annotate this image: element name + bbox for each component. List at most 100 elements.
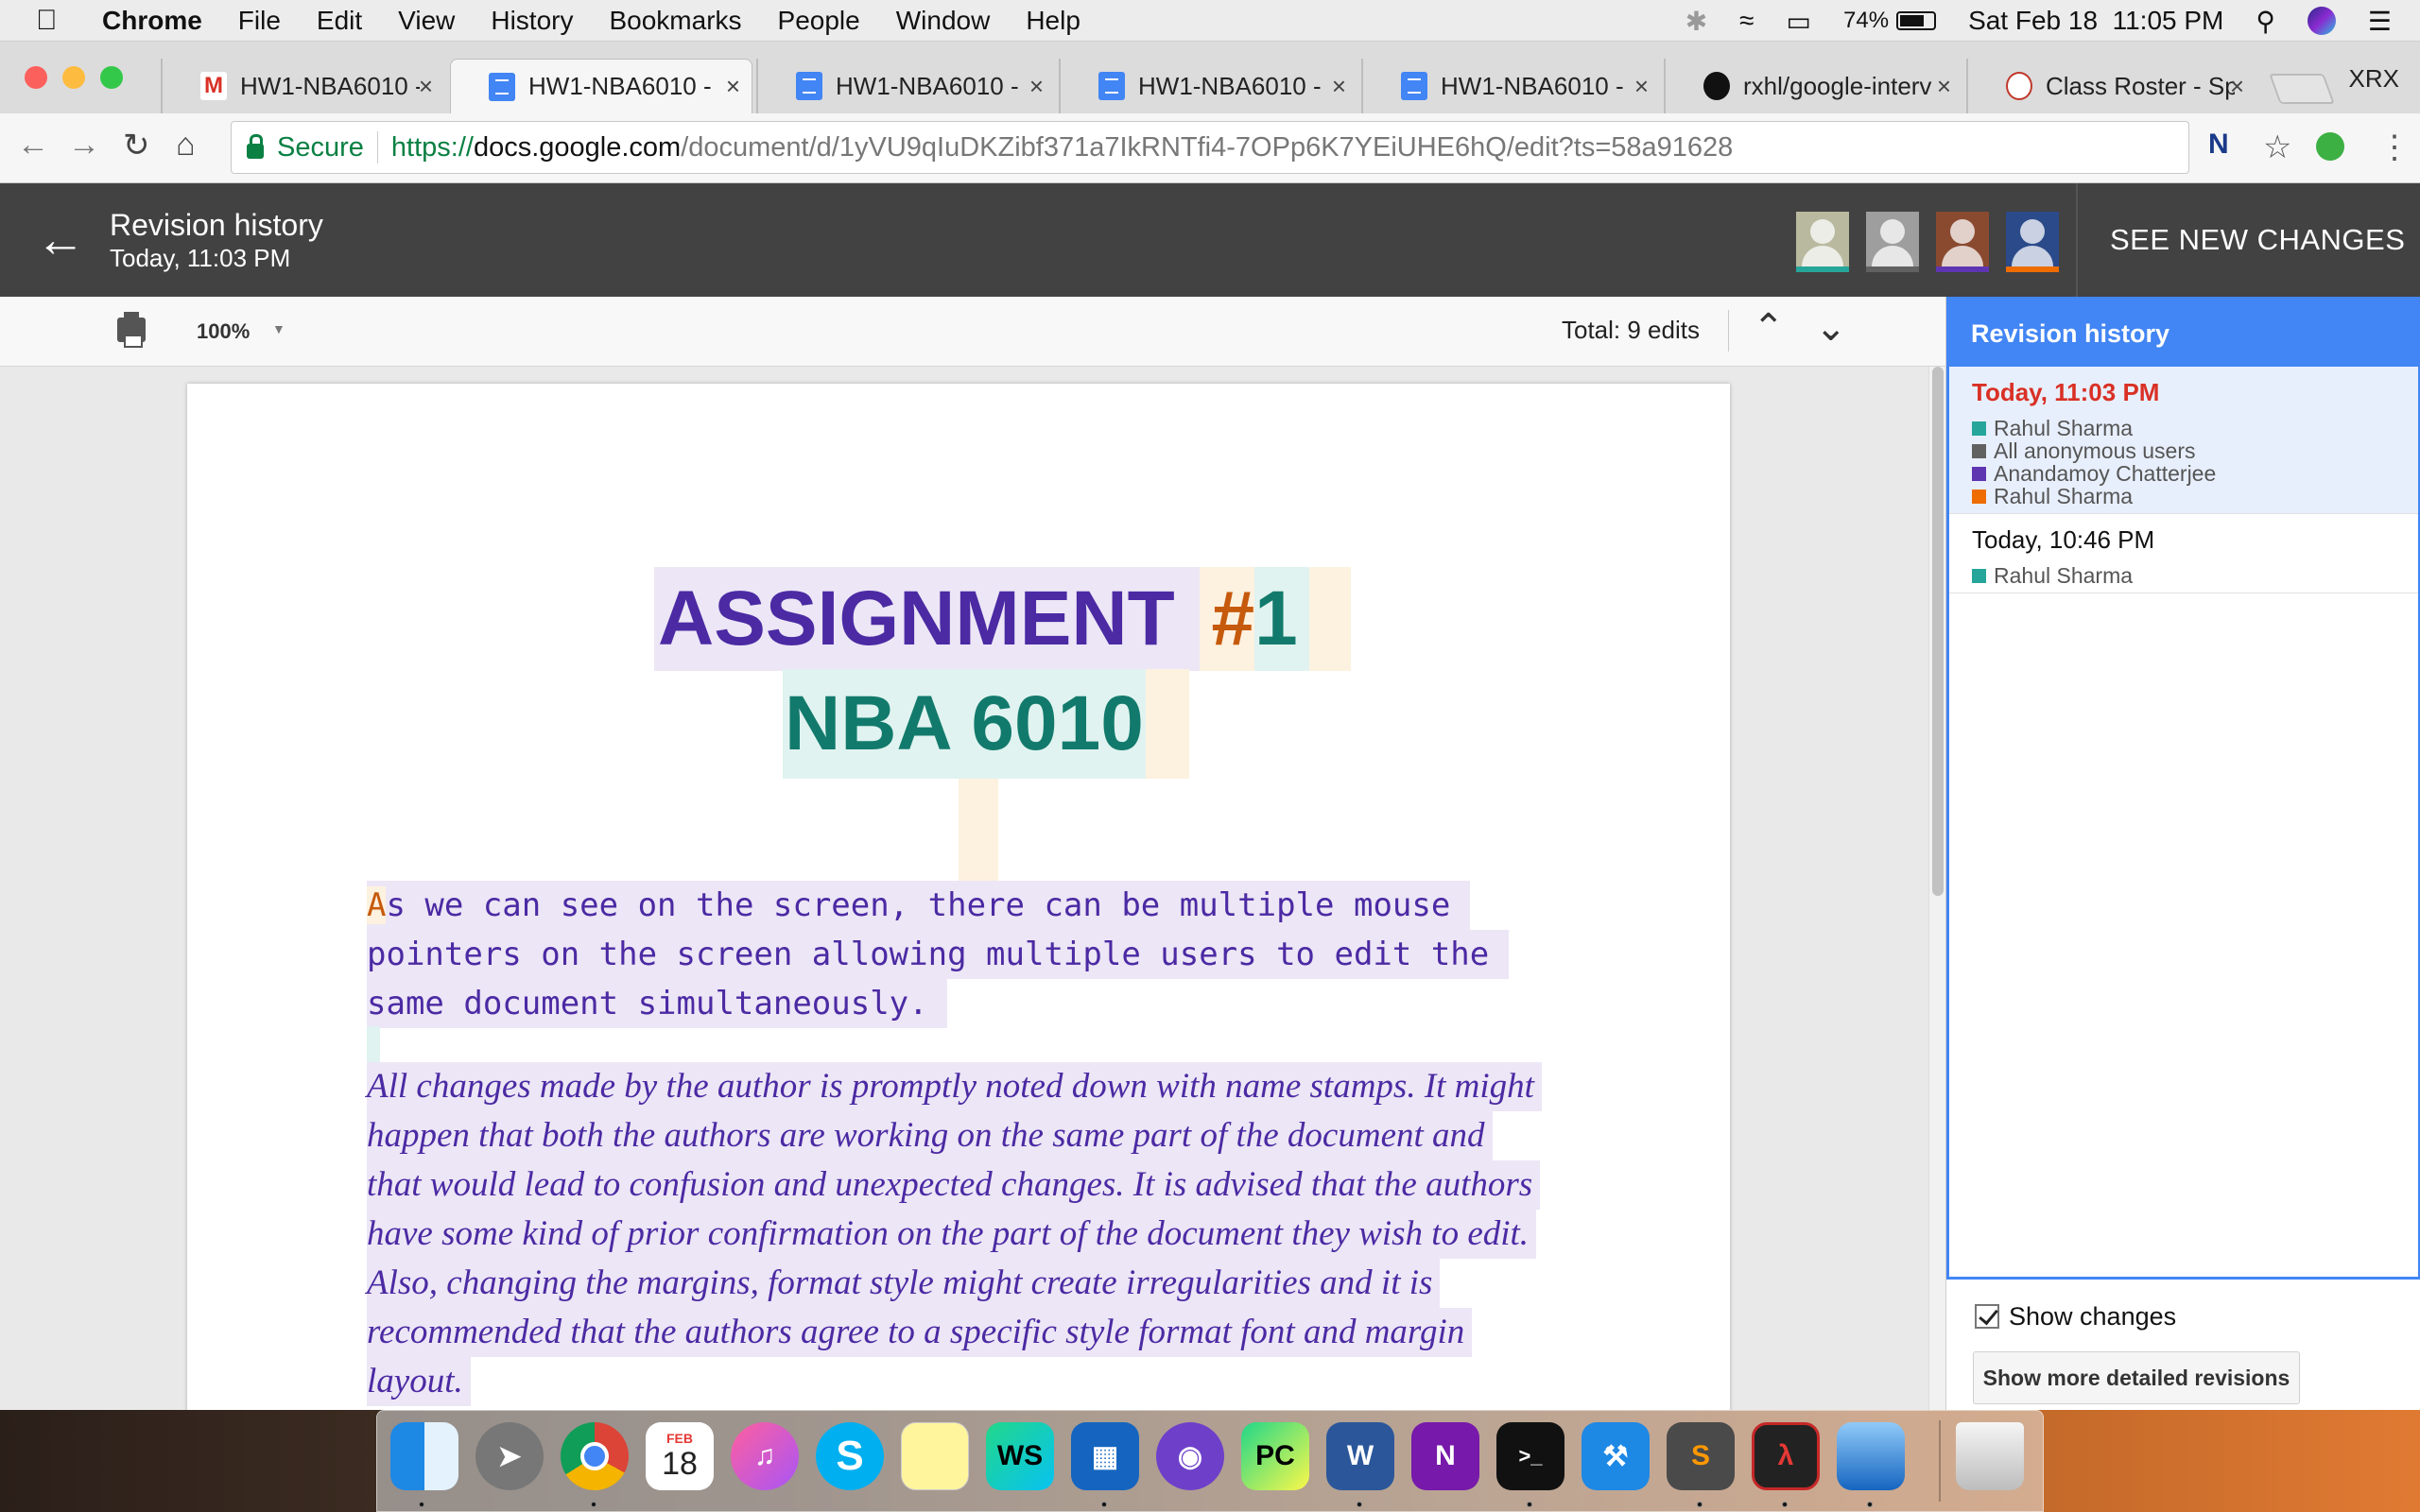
menu-people[interactable]: People [778, 6, 860, 36]
avatar[interactable] [1936, 212, 1989, 272]
toolbar-divider [1728, 310, 1729, 352]
menu-window[interactable]: Window [896, 6, 991, 36]
itunes-icon[interactable]: ♫ [731, 1422, 799, 1490]
tab-gmail[interactable]: M HW1-NBA6010 - I × [161, 59, 444, 113]
forward-icon[interactable]: → [68, 127, 100, 163]
show-changes-label[interactable]: Show changes [2009, 1302, 2176, 1332]
revision-item-selected[interactable]: Today, 11:03 PM Rahul Sharma All anonymo… [1949, 367, 2418, 514]
gmail-icon: M [200, 72, 227, 100]
docs-icon [1098, 72, 1125, 100]
tab-docs-4[interactable]: HW1-NBA6010 - G × [1361, 59, 1660, 113]
menu-chrome[interactable]: Chrome [102, 6, 202, 36]
close-tab-icon[interactable]: × [2230, 72, 2244, 101]
close-tab-icon[interactable]: × [1937, 72, 1951, 101]
omnibox-divider [376, 131, 378, 163]
spotlight-icon[interactable]: ⚲ [2256, 6, 2275, 37]
close-window-button[interactable] [25, 66, 47, 89]
show-more-revisions-button[interactable]: Show more detailed revisions [1973, 1351, 2300, 1404]
sublime-text-icon[interactable]: S [1667, 1422, 1735, 1490]
calendar-icon[interactable]: FEB 18 [646, 1422, 714, 1490]
document-scrollbar[interactable] [1928, 367, 1945, 1410]
extension-n-icon[interactable]: N [2208, 129, 2229, 161]
close-tab-icon[interactable]: × [1332, 72, 1346, 101]
menu-edit[interactable]: Edit [317, 6, 362, 36]
acrobat-icon[interactable]: λ [1752, 1422, 1820, 1490]
revision-user: Rahul Sharma [1972, 485, 2418, 507]
zoom-window-button[interactable] [100, 66, 123, 89]
scrollbar-thumb[interactable] [1932, 367, 1944, 896]
close-tab-icon[interactable]: × [1634, 72, 1649, 101]
chrome-icon[interactable] [561, 1422, 629, 1490]
user-name: Anandamoy Chatterjee [1994, 461, 2217, 486]
onenote-icon[interactable]: N [1411, 1422, 1479, 1490]
siri-icon[interactable] [2307, 7, 2336, 35]
skype-icon[interactable]: S [816, 1422, 884, 1490]
apple-menu-icon[interactable]:  [36, 5, 74, 37]
zoom-dropdown-icon[interactable]: ▼ [272, 321, 285, 336]
document-page[interactable]: ASSIGNMENT # 1 NBA 6010 As we can see on… [187, 384, 1730, 1410]
dock-divider [1939, 1420, 1941, 1502]
battery-status[interactable]: 74% [1843, 8, 1937, 34]
extension-id-icon[interactable] [2316, 132, 2344, 161]
notification-center-icon[interactable]: ☰ [2368, 6, 2392, 37]
avatar[interactable] [1796, 212, 1849, 272]
back-arrow-icon[interactable]: ← [36, 212, 85, 268]
docs-icon [489, 72, 515, 101]
paragraph-line: happen that both the authors are working… [367, 1111, 1493, 1160]
pycharm-icon[interactable]: PC [1241, 1422, 1309, 1490]
menu-bookmarks[interactable]: Bookmarks [609, 6, 741, 36]
avatar[interactable] [2006, 212, 2059, 272]
bookmark-star-icon[interactable]: ☆ [2263, 129, 2291, 166]
close-tab-icon[interactable]: × [419, 72, 433, 101]
github-desktop-icon[interactable]: ◉ [1156, 1422, 1224, 1490]
notes-icon[interactable] [901, 1422, 969, 1490]
new-tab-button[interactable] [2269, 74, 2335, 104]
tab-title: HW1-NBA6010 - G [836, 71, 1025, 100]
reload-icon[interactable]: ↻ [123, 127, 150, 164]
user-name: Rahul Sharma [1994, 416, 2134, 440]
bluetooth-icon[interactable]: ✱ [1685, 6, 1707, 37]
tab-docs-2[interactable]: HW1-NBA6010 - G × [756, 59, 1055, 113]
airplay-icon[interactable]: ▭ [1787, 6, 1811, 37]
wifi-icon[interactable]: ≈ [1739, 6, 1754, 36]
tab-github[interactable]: rxhl/google-intervi × [1664, 59, 1962, 113]
paragraph-line: All changes made by the author is prompt… [367, 1062, 1542, 1111]
trash-icon[interactable] [1956, 1422, 2024, 1490]
tab-docs-3[interactable]: HW1-NBA6010 - G × [1059, 59, 1357, 113]
menu-view[interactable]: View [398, 6, 455, 36]
word-icon[interactable]: W [1326, 1422, 1394, 1490]
show-changes-checkbox[interactable] [1975, 1304, 1999, 1329]
battery-percent: 74% [1843, 8, 1890, 33]
address-bar[interactable]: Secure https:// docs.google.com /documen… [231, 121, 2189, 174]
clock[interactable]: Sat Feb 18 11:05 PM [1968, 6, 2223, 36]
revision-history-panel: Revision history Today, 11:03 PM Rahul S… [1945, 297, 2420, 1410]
back-icon[interactable]: ← [17, 127, 49, 163]
menu-file[interactable]: File [238, 6, 281, 36]
launchpad-icon[interactable]: ➤ [475, 1422, 544, 1490]
terminal-icon[interactable]: >_ [1496, 1422, 1564, 1490]
avatar[interactable] [1866, 212, 1919, 272]
profile-name[interactable]: XRX [2349, 64, 2399, 94]
paragraph-line: layout. [367, 1357, 471, 1406]
xcode-icon[interactable]: ⚒ [1582, 1422, 1650, 1490]
parallels-icon[interactable]: ▦ [1071, 1422, 1139, 1490]
menu-history[interactable]: History [491, 6, 573, 36]
zoom-select[interactable]: 100% [197, 319, 250, 344]
close-tab-icon[interactable]: × [726, 72, 740, 101]
minimize-window-button[interactable] [62, 66, 85, 89]
see-new-changes-button[interactable]: SEE NEW CHANGES [2110, 223, 2405, 257]
close-tab-icon[interactable]: × [1029, 72, 1044, 101]
finder-icon[interactable] [390, 1422, 458, 1490]
next-edit-chevron-down-icon[interactable]: ⌄ [1815, 306, 1847, 350]
revision-item[interactable]: Today, 10:46 PM Rahul Sharma [1949, 514, 2418, 593]
revision-title: Revision history [110, 208, 323, 242]
tab-docs-active[interactable]: HW1-NBA6010 - G × [450, 59, 752, 113]
home-icon[interactable]: ⌂ [176, 127, 196, 163]
tab-class-roster[interactable]: Class Roster - Spri × [1966, 59, 2256, 113]
chrome-menu-icon[interactable]: ⋮ [2378, 129, 2411, 166]
webstorm-icon[interactable]: WS [986, 1422, 1054, 1490]
preview-icon[interactable] [1837, 1422, 1905, 1490]
print-icon[interactable] [117, 312, 146, 348]
menu-help[interactable]: Help [1026, 6, 1080, 36]
previous-edit-chevron-up-icon[interactable]: ⌃ [1753, 306, 1785, 350]
